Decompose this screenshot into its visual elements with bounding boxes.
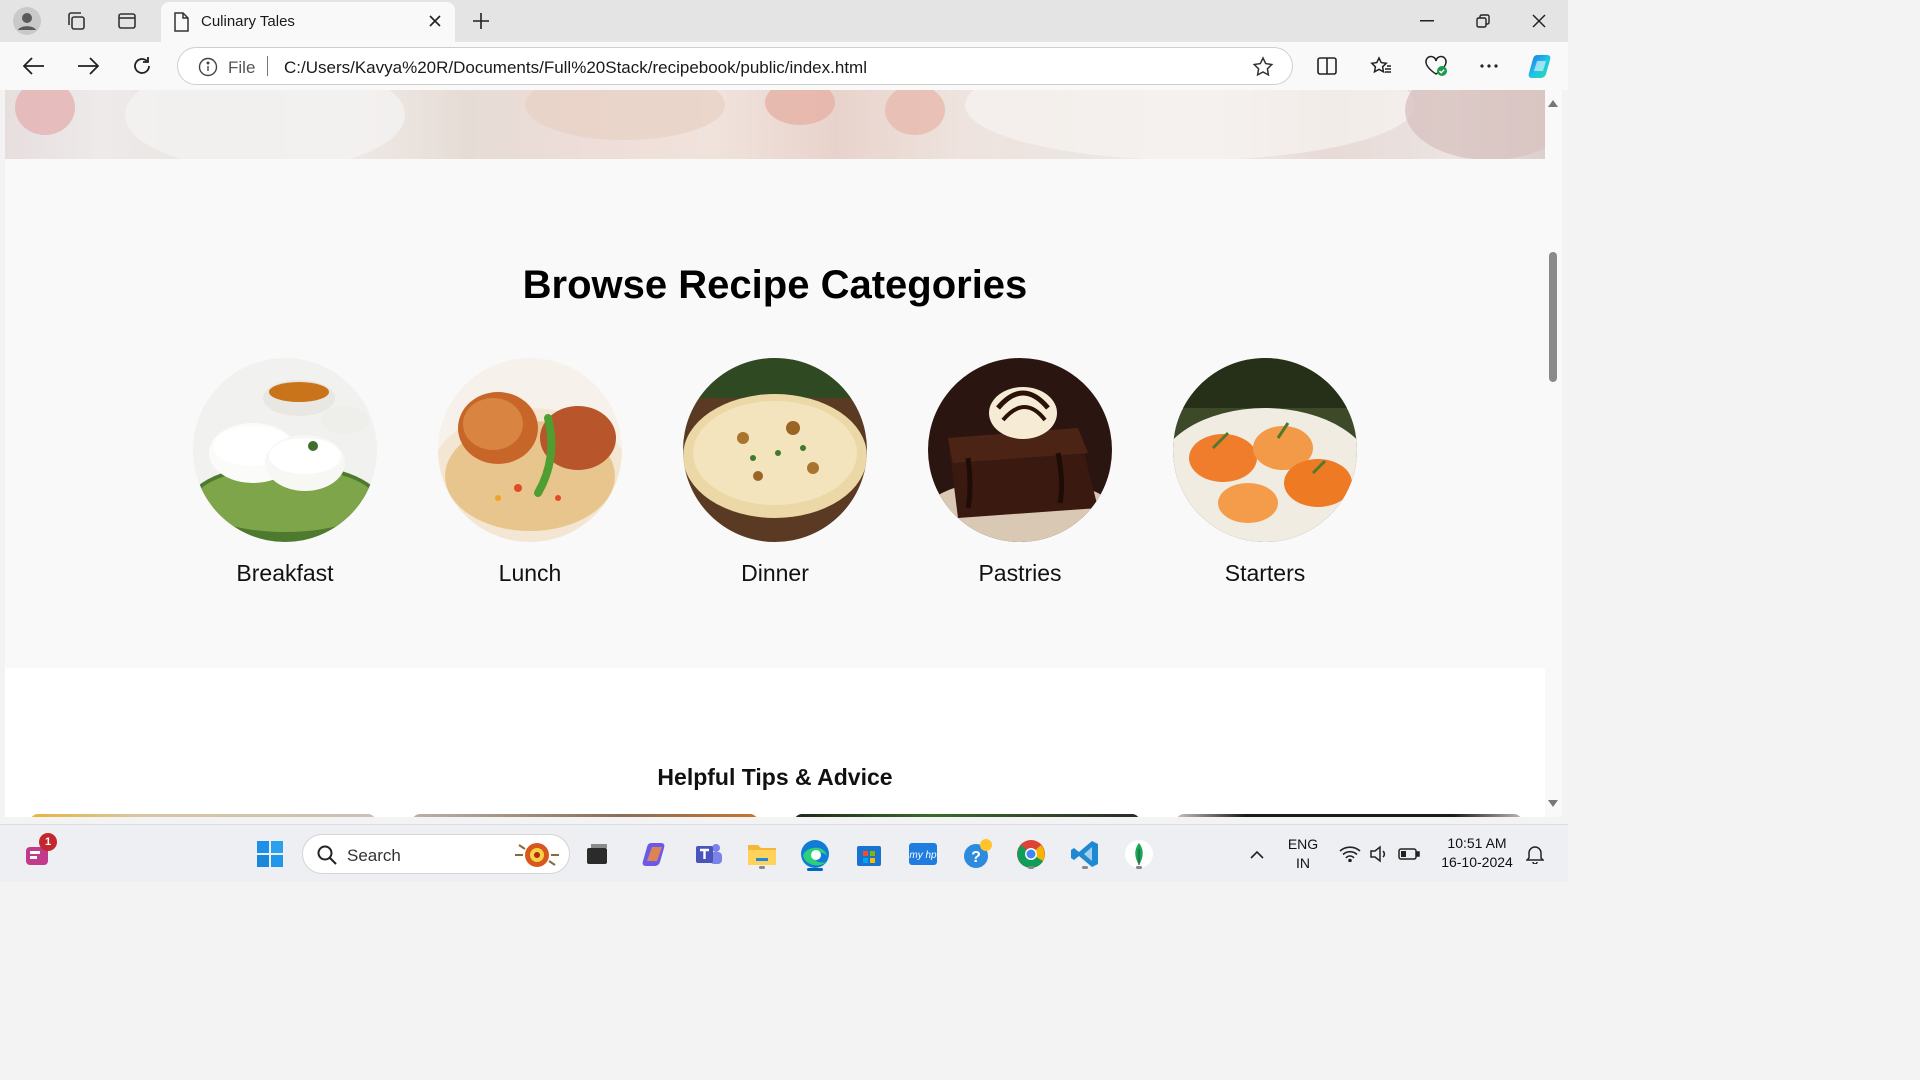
category-lunch[interactable]: Lunch (438, 358, 622, 587)
mongodb-icon[interactable] (1120, 835, 1158, 873)
running-indicator (759, 866, 765, 869)
profile-icon[interactable] (11, 6, 43, 36)
language-indicator[interactable]: ENG IN (1282, 835, 1324, 875)
scrollbar-thumb[interactable] (1549, 252, 1557, 382)
category-label: Dinner (741, 560, 809, 586)
notification-badge: 1 (39, 833, 57, 851)
tip-card[interactable] (30, 814, 376, 817)
info-icon[interactable] (198, 57, 218, 82)
battery-icon[interactable] (1390, 835, 1428, 873)
category-breakfast[interactable]: Breakfast (193, 358, 377, 587)
back-button[interactable] (18, 51, 50, 81)
running-indicator (1082, 866, 1088, 869)
search-icon (317, 845, 337, 870)
page-icon (173, 12, 189, 37)
favorites-icon[interactable] (1365, 51, 1397, 81)
category-starters[interactable]: Starters (1173, 358, 1357, 587)
svg-text:?: ? (971, 849, 981, 866)
breakfast-image (193, 358, 377, 542)
category-label: Breakfast (236, 560, 334, 586)
url-text[interactable]: C:/Users/Kavya%20R/Documents/Full%20Stac… (284, 58, 867, 78)
tip-card[interactable] (794, 814, 1140, 817)
lunch-image (438, 358, 622, 542)
running-indicator (1028, 866, 1034, 869)
scroll-down-arrow[interactable] (1548, 800, 1558, 807)
microsoft-store-icon[interactable] (850, 835, 888, 873)
page-scrollbar[interactable] (1545, 90, 1562, 817)
edge-browser-icon[interactable] (796, 835, 834, 873)
clock-time: 10:51 AM (1447, 835, 1507, 851)
more-options-icon[interactable] (1473, 51, 1505, 81)
get-help-icon[interactable]: ? (959, 835, 997, 873)
favorite-star-icon[interactable] (1252, 56, 1274, 83)
tips-heading: Helpful Tips & Advice (657, 764, 893, 790)
search-highlight-icon (509, 839, 565, 876)
tip-card[interactable] (412, 814, 758, 817)
category-label: Lunch (498, 560, 562, 586)
clock-date: 16-10-2024 (1441, 854, 1513, 870)
active-indicator (807, 868, 823, 871)
copilot-taskbar-icon[interactable] (635, 835, 673, 873)
teams-chat-icon[interactable]: 1 (19, 833, 57, 873)
region-label: IN (1296, 855, 1310, 871)
workspaces-icon[interactable] (60, 6, 92, 36)
minimize-button[interactable] (1399, 0, 1455, 42)
restore-button[interactable] (1455, 0, 1511, 42)
address-bar[interactable]: File C:/Users/Kavya%20R/Documents/Full%2… (177, 47, 1293, 85)
categories-section: Browse Recipe Categories Breakfast Lunch… (5, 159, 1545, 668)
address-separator (267, 56, 268, 76)
task-view-icon[interactable] (578, 835, 616, 873)
forward-button[interactable] (72, 51, 104, 81)
svg-text:my hp: my hp (909, 850, 937, 861)
teams-icon[interactable] (690, 835, 728, 873)
myhp-icon[interactable]: my hp (904, 835, 942, 873)
tab-actions-icon[interactable] (111, 6, 143, 36)
hero-banner-image (5, 90, 1545, 170)
windows-taskbar: 1 Search my hp ? ENG IN 10:51 AM 16-10-2… (0, 824, 1568, 882)
starters-image (1173, 358, 1357, 542)
start-windows-icon[interactable] (251, 835, 289, 873)
refresh-button[interactable] (126, 51, 158, 81)
browser-essentials-icon[interactable] (1420, 51, 1452, 81)
taskbar-search-box[interactable]: Search (302, 834, 570, 874)
pastries-image (928, 358, 1112, 542)
copilot-icon[interactable] (1524, 51, 1556, 81)
close-tab-icon[interactable] (425, 10, 445, 32)
show-hidden-icons-chevron-icon[interactable] (1238, 835, 1276, 873)
tab-title: Culinary Tales (201, 13, 295, 30)
tab-bar: Culinary Tales (0, 0, 1568, 42)
address-prefix: File (228, 58, 256, 77)
category-label: Starters (1224, 560, 1306, 586)
category-dinner[interactable]: Dinner (683, 358, 867, 587)
scroll-up-arrow[interactable] (1548, 100, 1558, 107)
category-label: Pastries (978, 560, 1062, 586)
categories-heading: Browse Recipe Categories (522, 263, 1028, 307)
search-placeholder: Search (347, 846, 401, 865)
chrome-icon[interactable] (1012, 835, 1050, 873)
split-screen-icon[interactable] (1311, 51, 1343, 81)
running-indicator (1136, 866, 1142, 869)
language-label: ENG (1287, 836, 1319, 852)
close-window-button[interactable] (1511, 0, 1567, 42)
category-pastries[interactable]: Pastries (928, 358, 1112, 587)
tab-culinary-tales[interactable]: Culinary Tales (161, 2, 455, 42)
clock[interactable]: 10:51 AM 16-10-2024 (1432, 834, 1522, 874)
tip-card[interactable] (1176, 814, 1522, 817)
navigation-bar: File C:/Users/Kavya%20R/Documents/Full%2… (0, 42, 1568, 90)
file-explorer-icon[interactable] (743, 835, 781, 873)
new-tab-button[interactable] (466, 6, 496, 36)
page-viewport: Browse Recipe Categories Breakfast Lunch… (5, 90, 1545, 817)
vscode-icon[interactable] (1066, 835, 1104, 873)
dinner-image (683, 358, 867, 542)
notification-bell-icon[interactable] (1516, 835, 1554, 873)
